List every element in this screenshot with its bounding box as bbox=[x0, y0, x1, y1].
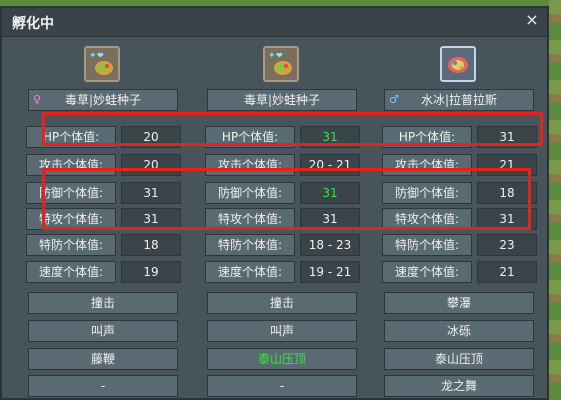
move-button[interactable]: 冰砾 bbox=[384, 320, 534, 342]
stat-label: 防御个体值: bbox=[205, 182, 295, 204]
stat-label: 速度个体值: bbox=[26, 261, 116, 283]
stat-label: 特攻个体值: bbox=[205, 208, 295, 230]
svg-text:✦: ✦ bbox=[89, 51, 97, 61]
stat-row-sp-defense: 特防个体值: 18 bbox=[26, 234, 181, 256]
stat-label: 防御个体值: bbox=[26, 182, 116, 204]
stat-value: 19 - 21 bbox=[300, 261, 360, 283]
stat-row-attack: 攻击个体值: 21 bbox=[382, 154, 537, 176]
egg-icon[interactable]: ✦ ❤ bbox=[84, 46, 120, 82]
female-icon: ♀ bbox=[33, 93, 42, 106]
stat-value: 31 bbox=[477, 126, 537, 148]
move-button[interactable]: - bbox=[28, 375, 178, 397]
stat-row-attack: 攻击个体值: 20 - 21 bbox=[205, 154, 360, 176]
pokemon-name-button[interactable]: 毒草|妙蛙种子 bbox=[207, 89, 357, 111]
move-button[interactable]: 撞击 bbox=[28, 292, 178, 314]
stat-row-defense: 防御个体值: 18 bbox=[382, 182, 537, 204]
stat-row-sp-attack: 特攻个体值: 31 bbox=[382, 208, 537, 230]
stat-value: 21 bbox=[477, 154, 537, 176]
stat-row-attack: 攻击个体值: 20 bbox=[26, 154, 181, 176]
move-button[interactable]: - bbox=[207, 375, 357, 397]
move-button[interactable]: 龙之舞 bbox=[384, 375, 534, 397]
stat-value: 20 bbox=[121, 154, 181, 176]
background-tiles bbox=[549, 0, 561, 400]
stat-value: 31 bbox=[121, 182, 181, 204]
stat-label: 特攻个体值: bbox=[26, 208, 116, 230]
stat-label: 防御个体值: bbox=[382, 182, 472, 204]
stat-label: 特防个体值: bbox=[382, 234, 472, 256]
stat-row-hp: HP个体值: 31 bbox=[382, 126, 537, 148]
egg-icon[interactable]: ✦ ❤ bbox=[263, 46, 299, 82]
stat-value: 31 bbox=[300, 208, 360, 230]
pokemon-name-button[interactable]: ♂ 水冰|拉普拉斯 bbox=[384, 89, 534, 111]
pokemon-name: 水冰|拉普拉斯 bbox=[420, 93, 498, 107]
stat-value: 18 - 23 bbox=[300, 234, 360, 256]
stat-row-hp: HP个体值: 31 bbox=[205, 126, 360, 148]
move-button[interactable]: 泰山压顶 bbox=[207, 348, 357, 370]
stat-row-sp-attack: 特攻个体值: 31 bbox=[205, 208, 360, 230]
stat-row-hp: HP个体值: 20 bbox=[26, 126, 181, 148]
pokemon-name: 毒草|妙蛙种子 bbox=[64, 93, 142, 107]
move-button[interactable]: 攀瀑 bbox=[384, 292, 534, 314]
stat-row-speed: 速度个体值: 19 bbox=[26, 261, 181, 283]
stat-label: 特防个体值: bbox=[205, 234, 295, 256]
stat-value: 31 bbox=[477, 208, 537, 230]
close-icon[interactable]: × bbox=[523, 11, 541, 29]
stat-row-defense: 防御个体值: 31 bbox=[205, 182, 360, 204]
move-button[interactable]: 叫声 bbox=[28, 320, 178, 342]
window-title: 孵化中 bbox=[12, 16, 54, 32]
egg-icon[interactable] bbox=[440, 46, 476, 82]
stat-label: 特防个体值: bbox=[26, 234, 116, 256]
stat-label: 速度个体值: bbox=[205, 261, 295, 283]
stat-label: 特攻个体值: bbox=[382, 208, 472, 230]
stat-row-speed: 速度个体值: 21 bbox=[382, 261, 537, 283]
stat-value: 31 bbox=[121, 208, 181, 230]
move-button[interactable]: 撞击 bbox=[207, 292, 357, 314]
stat-value: 18 bbox=[477, 182, 537, 204]
stat-label: 攻击个体值: bbox=[382, 154, 472, 176]
stat-value: 23 bbox=[477, 234, 537, 256]
stat-value: 21 bbox=[477, 261, 537, 283]
move-button[interactable]: 叫声 bbox=[207, 320, 357, 342]
stat-label: HP个体值: bbox=[382, 126, 472, 148]
stat-row-sp-attack: 特攻个体值: 31 bbox=[26, 208, 181, 230]
stat-label: 攻击个体值: bbox=[205, 154, 295, 176]
svg-text:❤: ❤ bbox=[276, 51, 283, 60]
stat-value: 20 - 21 bbox=[300, 154, 360, 176]
svg-text:✦: ✦ bbox=[268, 51, 276, 61]
stat-label: HP个体值: bbox=[205, 126, 295, 148]
stat-label: 速度个体值: bbox=[382, 261, 472, 283]
stat-value: 31 bbox=[300, 182, 360, 204]
stat-label: 攻击个体值: bbox=[26, 154, 116, 176]
title-bar: 孵化中 × bbox=[2, 8, 547, 37]
move-button[interactable]: 藤鞭 bbox=[28, 348, 178, 370]
stat-row-defense: 防御个体值: 31 bbox=[26, 182, 181, 204]
hatching-window: 孵化中 × ✦ ❤ ♀ 毒草|妙蛙种子 HP个体值: 20 攻击个体值: 20 防御… bbox=[0, 6, 549, 400]
move-button[interactable]: 泰山压顶 bbox=[384, 348, 534, 370]
stat-value: 31 bbox=[300, 126, 360, 148]
stat-value: 20 bbox=[121, 126, 181, 148]
male-icon: ♂ bbox=[389, 93, 399, 106]
svg-text:❤: ❤ bbox=[97, 51, 104, 60]
stat-value: 18 bbox=[121, 234, 181, 256]
stat-row-speed: 速度个体值: 19 - 21 bbox=[205, 261, 360, 283]
stat-label: HP个体值: bbox=[26, 126, 116, 148]
stat-value: 19 bbox=[121, 261, 181, 283]
stat-row-sp-defense: 特防个体值: 18 - 23 bbox=[205, 234, 360, 256]
pokemon-name-button[interactable]: ♀ 毒草|妙蛙种子 bbox=[28, 89, 178, 111]
stat-row-sp-defense: 特防个体值: 23 bbox=[382, 234, 537, 256]
pokemon-name: 毒草|妙蛙种子 bbox=[243, 93, 321, 107]
